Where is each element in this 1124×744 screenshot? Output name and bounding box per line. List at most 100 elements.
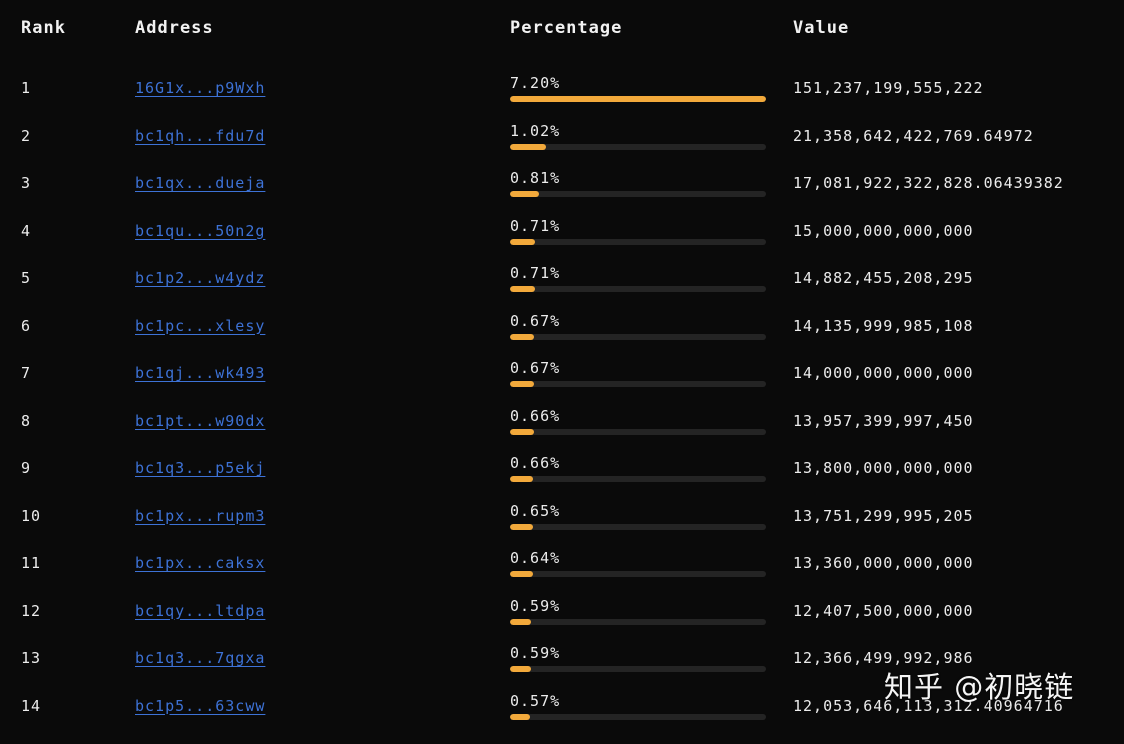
- percentage-text: 7.20%: [510, 74, 561, 92]
- rank-cell: 14: [21, 696, 42, 715]
- table-row: 7 bc1qj...wk493 0.67% 14,000,000,000,000: [0, 359, 1124, 411]
- header-address: Address: [135, 18, 214, 38]
- percentage-bar: [510, 428, 766, 435]
- address-link[interactable]: bc1qx...dueja: [135, 174, 265, 192]
- percentage-bar-fill: [510, 143, 547, 150]
- rank-cell: 6: [21, 316, 32, 335]
- table-row: 9 bc1q3...p5ekj 0.66% 13,800,000,000,000: [0, 454, 1124, 506]
- rank-cell: 1: [21, 79, 32, 97]
- percentage-bar: [510, 571, 766, 577]
- address-link[interactable]: bc1px...caksx: [135, 554, 265, 572]
- percentage-text: 0.71%: [510, 264, 561, 282]
- percentage-bar-fill: [510, 381, 534, 387]
- percentage-bar-fill: [510, 618, 531, 625]
- rank-cell: 9: [21, 459, 32, 477]
- percentage-bar-fill: [510, 666, 531, 672]
- rank-cell: 12: [21, 601, 42, 620]
- table-row: 6 bc1pc...xlesy 0.67% 14,135,999,985,108: [0, 312, 1124, 364]
- table-row: 5 bc1p2...w4ydz 0.71% 14,882,455,208,295: [0, 264, 1124, 316]
- percentage-bar: [510, 96, 766, 102]
- table-row: 10 bc1px...rupm3 0.65% 13,751,299,995,205: [0, 502, 1124, 554]
- percentage-bar-fill: [510, 713, 531, 720]
- table-row: 8 bc1pt...w90dx 0.66% 13,957,399,997,450: [0, 407, 1124, 459]
- percentage-bar-fill: [510, 571, 533, 577]
- table-row: 1 16G1x...p9Wxh 7.20% 151,237,199,555,222: [0, 74, 1124, 126]
- table-row: 2 bc1qh...fdu7d 1.02% 21,358,642,422,769.64…: [0, 122, 1124, 174]
- header-rank: Rank: [21, 18, 66, 38]
- table-row: 4 bc1qu...50n2g 0.71% 15,000,000,000,000: [0, 217, 1124, 269]
- value-cell: 14,000,000,000,000: [793, 364, 974, 382]
- percentage-text: 0.59%: [510, 596, 561, 615]
- percentage-bar-fill: [510, 96, 766, 102]
- percentage-text: 1.02%: [510, 121, 561, 140]
- percentage-bar-fill: [510, 191, 539, 197]
- value-cell: 12,407,500,000,000: [793, 601, 974, 620]
- value-cell: 14,882,455,208,295: [793, 269, 974, 287]
- rank-cell: 13: [21, 649, 42, 667]
- header-percentage: Percentage: [510, 18, 623, 38]
- watermark: 知乎 @初晓链: [884, 670, 1075, 704]
- percentage-bar: [510, 713, 766, 720]
- percentage-text: 0.66%: [510, 454, 561, 472]
- address-link[interactable]: bc1qh...fdu7d: [135, 127, 265, 145]
- percentage-bar-fill: [510, 523, 534, 530]
- rank-cell: 7: [21, 364, 32, 382]
- percentage-bar: [510, 333, 766, 340]
- address-link[interactable]: bc1px...rupm3: [135, 507, 265, 525]
- percentage-bar-fill: [510, 428, 534, 435]
- address-link[interactable]: bc1qj...wk493: [135, 364, 265, 382]
- percentage-text: 0.59%: [510, 644, 561, 662]
- value-cell: 13,957,399,997,450: [793, 411, 974, 430]
- rank-cell: 4: [21, 221, 32, 240]
- rank-cell: 2: [21, 126, 32, 145]
- address-link[interactable]: bc1pc...xlesy: [135, 317, 265, 335]
- table-row: 11 bc1px...caksx 0.64% 13,360,000,000,000: [0, 549, 1124, 601]
- address-link[interactable]: bc1p5...63cww: [135, 697, 265, 715]
- percentage-text: 0.65%: [510, 501, 561, 520]
- rank-cell: 5: [21, 269, 32, 287]
- address-link[interactable]: bc1q3...7qgxa: [135, 649, 265, 667]
- percentage-bar: [510, 666, 766, 672]
- percentage-text: 0.66%: [510, 406, 561, 425]
- percentage-bar-fill: [510, 333, 534, 340]
- value-cell: 17,081,922,322,828.06439382: [793, 174, 1064, 192]
- percentage-bar: [510, 286, 766, 292]
- percentage-bar: [510, 523, 766, 530]
- value-cell: 14,135,999,985,108: [793, 316, 974, 335]
- header-value: Value: [793, 18, 850, 38]
- rank-cell: 8: [21, 411, 32, 430]
- value-cell: 21,358,642,422,769.64972: [793, 126, 1034, 145]
- percentage-text: 0.67%: [510, 311, 561, 330]
- value-cell: 13,360,000,000,000: [793, 554, 974, 572]
- rank-cell: 11: [21, 554, 42, 572]
- address-link[interactable]: bc1q3...p5ekj: [135, 459, 265, 477]
- value-cell: 13,800,000,000,000: [793, 459, 974, 477]
- value-cell: 13,751,299,995,205: [793, 506, 974, 525]
- holders-table: Rank Address Percentage Value 1 16G1x...p…: [0, 0, 1124, 731]
- table-row: 12 bc1qy...ltdpa 0.59% 12,407,500,000,000: [0, 597, 1124, 649]
- percentage-text: 0.71%: [510, 216, 561, 235]
- percentage-bar: [510, 476, 766, 482]
- percentage-bar: [510, 191, 766, 197]
- percentage-bar: [510, 381, 766, 387]
- table-row: 3 bc1qx...dueja 0.81% 17,081,922,322,828.06…: [0, 169, 1124, 221]
- rank-cell: 3: [21, 174, 32, 192]
- address-link[interactable]: bc1pt...w90dx: [135, 412, 265, 430]
- percentage-text: 0.81%: [510, 169, 561, 187]
- percentage-bar: [510, 618, 766, 625]
- address-link[interactable]: bc1p2...w4ydz: [135, 269, 265, 287]
- value-cell: 15,000,000,000,000: [793, 221, 974, 240]
- percentage-text: 0.57%: [510, 691, 561, 710]
- rank-cell: 10: [21, 506, 42, 525]
- percentage-text: 0.64%: [510, 549, 561, 567]
- table-header: Rank Address Percentage Value: [0, 18, 1124, 46]
- address-link[interactable]: 16G1x...p9Wxh: [135, 79, 265, 97]
- percentage-bar: [510, 238, 766, 245]
- percentage-bar-fill: [510, 286, 536, 292]
- percentage-bar-fill: [510, 476, 534, 482]
- address-link[interactable]: bc1qy...ltdpa: [135, 602, 265, 620]
- percentage-bar: [510, 143, 766, 150]
- address-link[interactable]: bc1qu...50n2g: [135, 222, 265, 240]
- value-cell: 151,237,199,555,222: [793, 79, 984, 97]
- percentage-text: 0.67%: [510, 359, 561, 377]
